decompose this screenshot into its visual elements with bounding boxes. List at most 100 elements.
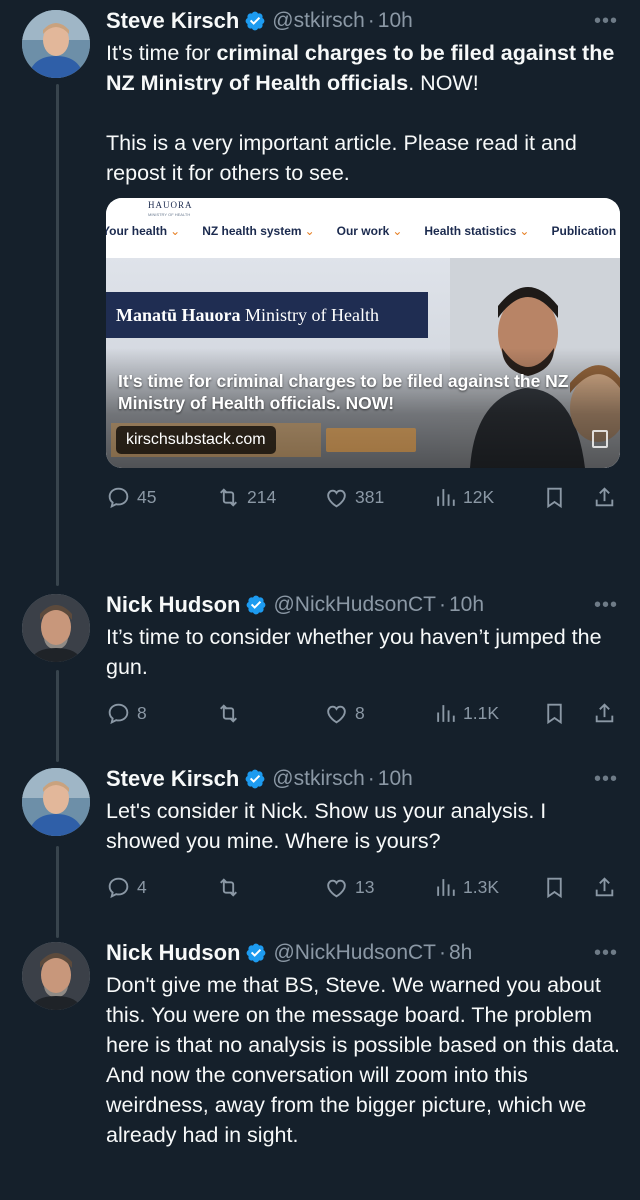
tweet[interactable]: Nick Hudson @NickHudsonCT · 10h ••• It’s… — [0, 586, 640, 756]
like-count: 13 — [355, 876, 375, 897]
tweet-actions: 45 214 381 12K — [106, 482, 626, 512]
card-decor — [326, 428, 416, 452]
share-icon — [595, 702, 614, 722]
views-button[interactable]: 1.3K — [432, 872, 499, 902]
avatar-image — [22, 594, 90, 662]
card-nav-item: Health statistics ⌄ — [424, 224, 530, 238]
bookmark-button[interactable] — [542, 482, 567, 512]
reply-button[interactable]: 45 — [106, 482, 156, 512]
like-button[interactable]: 13 — [324, 872, 374, 902]
avatar-nick-hudson[interactable] — [22, 942, 90, 1010]
verified-badge-icon — [247, 943, 266, 963]
repost-button[interactable]: 214 — [216, 482, 276, 512]
like-icon — [327, 489, 346, 507]
tweet-header: Steve Kirsch @stkirsch · 10h — [106, 762, 626, 796]
reply-icon — [108, 877, 129, 898]
card-site-nav: Your health ⌄ NZ health system ⌄ Our work ⌄… — [106, 224, 616, 238]
card-nav-item: Your health ⌄ — [106, 224, 181, 238]
share-icon — [595, 486, 614, 506]
timestamp[interactable]: 10h — [378, 767, 413, 791]
tweet-header: Steve Kirsch @stkirsch · 10h — [106, 4, 626, 38]
avatar-steve-kirsch[interactable] — [22, 768, 90, 836]
tweet-text: Let's consider it Nick. Show us your ana… — [106, 799, 547, 853]
like-icon — [327, 705, 346, 723]
verified-badge-icon — [247, 595, 266, 615]
bookmark-button[interactable] — [542, 698, 567, 728]
card-nav-item: Publication — [551, 224, 617, 238]
reply-count: 4 — [137, 876, 147, 897]
share-icon — [595, 876, 614, 896]
repost-icon — [220, 703, 237, 723]
avatar-steve-kirsch[interactable] — [22, 10, 90, 78]
avatar-nick-hudson[interactable] — [22, 594, 90, 662]
handle[interactable]: @NickHudsonCT — [273, 941, 436, 965]
like-button[interactable]: 381 — [324, 482, 384, 512]
like-icon — [327, 879, 346, 897]
repost-button[interactable] — [216, 698, 241, 728]
views-icon — [437, 878, 455, 896]
reply-count: 45 — [137, 486, 157, 507]
card-nav-item: Our work ⌄ — [336, 224, 403, 238]
share-button[interactable] — [592, 698, 617, 728]
bookmark-icon — [547, 877, 562, 898]
views-icon — [437, 704, 455, 722]
tweet-text: Don't give me that BS, Steve. We warned … — [106, 973, 620, 1147]
share-button[interactable] — [592, 482, 617, 512]
repost-button[interactable] — [216, 872, 241, 902]
display-name[interactable]: Nick Hudson — [106, 592, 240, 618]
verified-badge-icon — [245, 11, 265, 31]
tweet-text-paragraph: This is a very important article. Please… — [106, 131, 577, 185]
more-icon[interactable]: ••• — [594, 594, 618, 617]
more-icon[interactable]: ••• — [594, 768, 618, 791]
like-count: 8 — [355, 702, 365, 723]
tweet[interactable]: Nick Hudson @NickHudsonCT · 8h ••• Don't… — [0, 936, 640, 1200]
bookmark-icon — [547, 703, 562, 724]
timestamp[interactable]: 10h — [449, 593, 484, 617]
handle[interactable]: @stkirsch — [272, 9, 365, 33]
tweet-header: Nick Hudson @NickHudsonCT · 10h — [106, 588, 626, 622]
tweet-text: It’s time to consider whether you haven’… — [106, 625, 602, 679]
card-site-logo-sub: MINISTRY OF HEALTH — [148, 212, 191, 217]
verified-badge-icon — [245, 769, 265, 789]
reply-button[interactable]: 8 — [106, 698, 147, 728]
handle[interactable]: @stkirsch — [272, 767, 365, 791]
card-site-logo: HAUORA — [148, 200, 193, 210]
separator-dot: · — [439, 941, 446, 964]
tweet-text-part: . NOW! — [408, 71, 479, 95]
timestamp[interactable]: 10h — [378, 9, 413, 33]
views-count: 12K — [463, 486, 495, 507]
avatar-image — [22, 942, 90, 1010]
link-card[interactable]: HAUORA MINISTRY OF HEALTH Your health ⌄ N… — [106, 198, 620, 468]
bookmark-button[interactable] — [542, 872, 567, 902]
display-name[interactable]: Steve Kirsch — [106, 766, 239, 792]
bookmark-icon — [547, 487, 562, 508]
separator-dot: · — [367, 9, 375, 32]
timestamp[interactable]: 8h — [449, 941, 472, 965]
reply-count: 8 — [137, 702, 147, 723]
card-nav-item: NZ health system ⌄ — [202, 224, 315, 238]
tweet[interactable]: Steve Kirsch @stkirsch · 10h ••• Let's c… — [0, 762, 640, 932]
tweet-header: Nick Hudson @NickHudsonCT · 8h — [106, 936, 626, 970]
card-banner: Manatū Hauora Ministry of Health — [106, 292, 428, 338]
reply-icon — [108, 487, 129, 508]
more-icon[interactable]: ••• — [594, 10, 618, 33]
tweet-text: It's time for criminal charges to be fil… — [106, 38, 626, 98]
repost-icon — [220, 487, 237, 507]
views-icon — [437, 488, 455, 506]
tweet[interactable]: Steve Kirsch @stkirsch · 10h ••• It's ti… — [0, 0, 640, 580]
reply-button[interactable]: 4 — [106, 872, 147, 902]
like-button[interactable]: 8 — [324, 698, 365, 728]
more-icon[interactable]: ••• — [594, 942, 618, 965]
share-button[interactable] — [592, 872, 617, 902]
separator-dot: · — [367, 767, 375, 790]
display-name[interactable]: Nick Hudson — [106, 940, 240, 966]
views-count: 1.1K — [463, 702, 499, 723]
display-name[interactable]: Steve Kirsch — [106, 8, 239, 34]
reply-icon — [108, 703, 129, 724]
handle[interactable]: @NickHudsonCT — [273, 593, 436, 617]
views-button[interactable]: 1.1K — [432, 698, 499, 728]
avatar-image — [22, 10, 90, 78]
views-button[interactable]: 12K — [432, 482, 494, 512]
separator-dot: · — [439, 593, 446, 616]
avatar-image — [22, 768, 90, 836]
